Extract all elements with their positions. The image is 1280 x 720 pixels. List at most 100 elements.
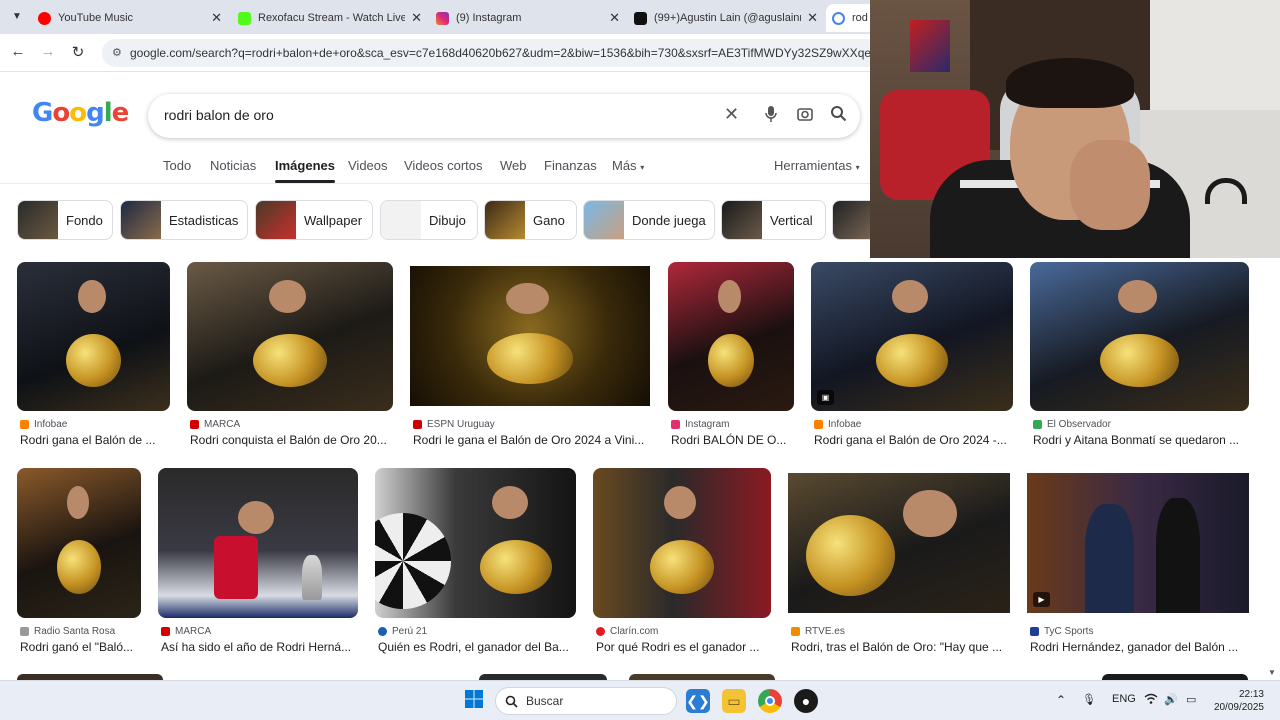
image-result[interactable] xyxy=(187,262,393,411)
chip-estadisticas[interactable]: Estadisticas xyxy=(120,200,248,240)
result-caption[interactable]: Rodri conquista el Balón de Oro 20... xyxy=(190,433,394,447)
reload-icon[interactable]: ↻ xyxy=(68,43,88,61)
chip-fondo[interactable]: Fondo xyxy=(17,200,113,240)
result-source[interactable]: TyC Sports xyxy=(1030,626,1093,637)
red-jersey-image xyxy=(214,535,258,599)
search-box[interactable]: rodri balon de oro ✕ xyxy=(148,94,860,138)
result-caption[interactable]: Rodri y Aitana Bonmatí se quedaron ... xyxy=(1033,433,1247,447)
image-result[interactable] xyxy=(1030,262,1249,411)
tab-noticias[interactable]: Noticias xyxy=(210,158,256,173)
result-source[interactable]: Radio Santa Rosa xyxy=(20,626,115,637)
lens-camera-icon[interactable] xyxy=(796,105,814,128)
result-caption[interactable]: Rodri gana el Balón de Oro 2024 -... xyxy=(814,433,1012,447)
wifi-icon[interactable] xyxy=(1144,693,1158,708)
result-source[interactable]: Instagram xyxy=(671,419,729,430)
tab-videos[interactable]: Videos xyxy=(348,158,388,173)
trophy-image xyxy=(875,333,949,388)
google-logo[interactable]: Google xyxy=(32,98,129,128)
image-result[interactable] xyxy=(788,473,1010,613)
image-result[interactable] xyxy=(593,468,771,618)
result-caption[interactable]: Rodri Hernández, ganador del Balón ... xyxy=(1030,640,1248,654)
result-source[interactable]: Infobae xyxy=(814,419,861,430)
source-favicon-icon xyxy=(1033,420,1042,429)
close-tab-icon[interactable]: ✕ xyxy=(411,10,422,26)
close-tab-icon[interactable]: ✕ xyxy=(609,10,620,26)
browser-tab-instagram[interactable]: (9) Instagram ✕ xyxy=(430,4,626,32)
result-source[interactable]: Clarín.com xyxy=(596,626,658,637)
image-result[interactable]: ▶ xyxy=(1027,473,1249,613)
chip-vertical[interactable]: Vertical xyxy=(721,200,826,240)
gallery-icon: ▣ xyxy=(817,390,834,405)
browser-tab-tiktok[interactable]: (99+)Agustin Lain (@aguslainn) ✕ xyxy=(628,4,824,32)
tab-todo[interactable]: Todo xyxy=(163,158,191,173)
image-result[interactable] xyxy=(17,262,170,411)
clear-search-icon[interactable]: ✕ xyxy=(724,104,739,125)
chip-donde-juega[interactable]: Donde juega xyxy=(583,200,715,240)
vscode-icon[interactable]: ❮❯ xyxy=(686,689,710,713)
result-source[interactable]: Infobae xyxy=(20,419,67,430)
image-result[interactable] xyxy=(668,262,794,411)
result-caption[interactable]: Rodri gana el Balón de ... xyxy=(20,433,168,447)
result-source[interactable]: Perú 21 xyxy=(378,626,427,637)
image-result[interactable] xyxy=(410,266,650,406)
divider xyxy=(0,183,870,184)
microphone-icon[interactable] xyxy=(764,105,778,128)
tab-search-chevron-icon[interactable]: ▼ xyxy=(8,8,26,26)
chrome-icon[interactable] xyxy=(758,689,782,713)
instagram-icon xyxy=(436,11,449,25)
obs-icon[interactable]: ● xyxy=(794,689,818,713)
chip-thumbnail xyxy=(121,201,161,239)
result-source[interactable]: RTVE.es xyxy=(791,626,845,637)
image-result[interactable]: ▣ xyxy=(811,262,1013,411)
result-source[interactable]: ESPN Uruguay xyxy=(413,419,495,430)
taskbar-search[interactable]: Buscar xyxy=(495,687,677,715)
close-tab-icon[interactable]: ✕ xyxy=(807,10,818,26)
image-result[interactable] xyxy=(375,468,576,618)
trophy-image xyxy=(708,333,754,388)
result-caption[interactable]: Así ha sido el año de Rodri Herná... xyxy=(161,640,357,654)
browser-tab-kick[interactable]: Rexofacu Stream - Watch Live o ✕ xyxy=(232,4,428,32)
tab-videos-cortos[interactable]: Videos cortos xyxy=(404,158,483,173)
result-source[interactable]: MARCA xyxy=(161,626,211,637)
source-favicon-icon xyxy=(190,420,199,429)
chip-gano[interactable]: Gano xyxy=(484,200,577,240)
result-caption[interactable]: Rodri le gana el Balón de Oro 2024 a Vin… xyxy=(413,433,651,447)
search-query[interactable]: rodri balon de oro xyxy=(164,107,274,123)
address-bar[interactable]: ⚙ google.com/search?q=rodri+balon+de+oro… xyxy=(102,39,882,67)
result-source[interactable]: MARCA xyxy=(190,419,240,430)
image-result[interactable] xyxy=(17,468,141,618)
play-icon[interactable]: ▶ xyxy=(1033,592,1050,607)
tab-imagenes[interactable]: Imágenes xyxy=(275,158,335,183)
close-tab-icon[interactable]: ✕ xyxy=(211,10,222,26)
back-arrow-icon[interactable]: ← xyxy=(8,43,28,60)
chip-thumbnail xyxy=(833,201,870,239)
scroll-down-arrow-icon[interactable]: ▼ xyxy=(1268,668,1276,677)
result-caption[interactable]: Rodri ganó el "Baló... xyxy=(20,640,140,654)
forward-arrow-icon[interactable]: → xyxy=(38,43,58,60)
result-source[interactable]: El Observador xyxy=(1033,419,1111,430)
result-caption[interactable]: Por qué Rodri es el ganador ... xyxy=(596,640,770,654)
result-caption[interactable]: Quién es Rodri, el ganador del Ba... xyxy=(378,640,574,654)
image-result[interactable] xyxy=(158,468,358,618)
microphone-icon[interactable]: 🎙 xyxy=(1082,693,1096,706)
chip-more[interactable] xyxy=(832,200,870,240)
battery-icon[interactable]: ▭ xyxy=(1186,693,1196,706)
volume-icon[interactable]: 🔊 xyxy=(1164,693,1178,706)
tab-finanzas[interactable]: Finanzas xyxy=(544,158,597,173)
language-indicator[interactable]: ENG xyxy=(1112,693,1136,705)
chip-wallpaper[interactable]: Wallpaper xyxy=(255,200,373,240)
search-icon[interactable] xyxy=(830,105,847,127)
system-clock[interactable]: 22:13 20/09/2025 xyxy=(1210,688,1264,714)
browser-tab-youtube-music[interactable]: YouTube Music ✕ xyxy=(32,4,228,32)
tools-button[interactable]: Herramientas ▾ xyxy=(774,158,860,173)
result-caption[interactable]: Rodri BALÓN DE O... xyxy=(671,433,794,447)
windows-start-icon[interactable] xyxy=(462,689,486,713)
site-settings-icon[interactable]: ⚙ xyxy=(112,39,122,67)
file-explorer-icon[interactable]: ▭ xyxy=(722,689,746,713)
tab-mas[interactable]: Más ▾ xyxy=(612,158,644,173)
tray-overflow-icon[interactable]: ⌃ xyxy=(1056,693,1066,707)
chip-dibujo[interactable]: Dibujo xyxy=(380,200,478,240)
trophy-image xyxy=(486,333,574,384)
tab-web[interactable]: Web xyxy=(500,158,527,173)
result-caption[interactable]: Rodri, tras el Balón de Oro: "Hay que ..… xyxy=(791,640,1009,654)
